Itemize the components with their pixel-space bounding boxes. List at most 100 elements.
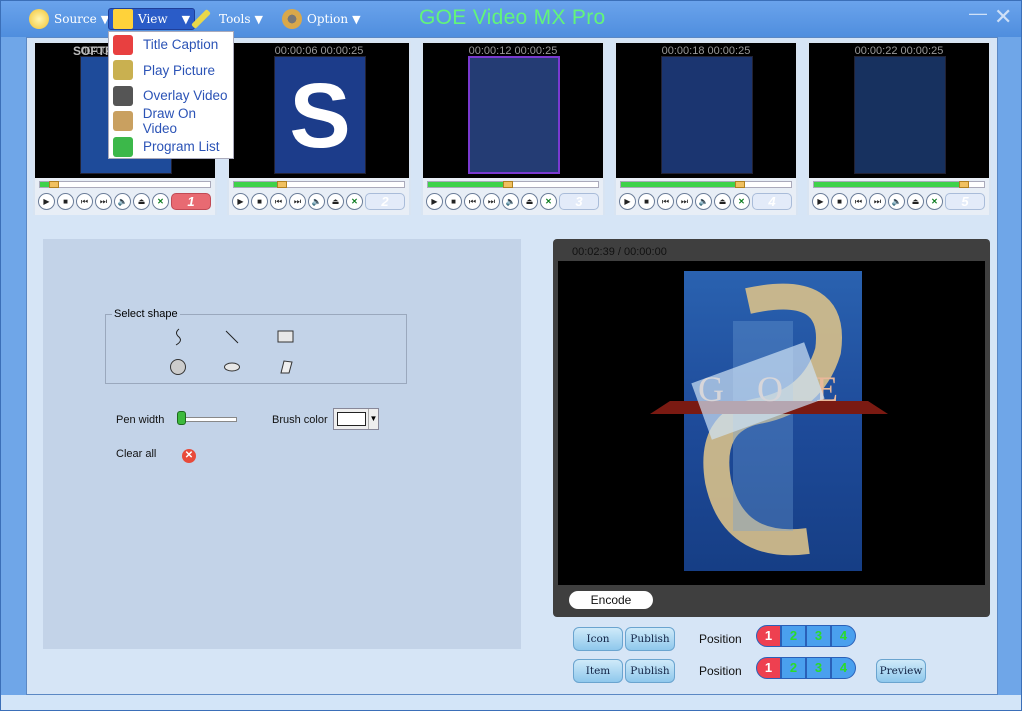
position-button-4[interactable]: 4 xyxy=(831,625,856,647)
position-button-1[interactable]: 1 xyxy=(756,657,781,679)
clear-all-icon[interactable]: ✕ xyxy=(182,449,196,463)
dropdown-item-program-list[interactable]: Program List xyxy=(109,134,233,160)
position-button-2[interactable]: 2 xyxy=(781,625,806,647)
eject-icon[interactable]: ⏏ xyxy=(907,193,924,210)
thumb-image: S xyxy=(274,56,366,174)
video-thumb-3[interactable]: 00:00:12 00:00:25 ▶ ■ ⏮ ⏭ 🔈 ⏏ ✕ 3 xyxy=(421,41,605,215)
stop-icon[interactable]: ■ xyxy=(445,193,462,210)
volume-icon[interactable]: 🔈 xyxy=(695,193,712,210)
next-icon[interactable]: ⏭ xyxy=(289,193,306,210)
menu-option-label: Option xyxy=(307,12,349,26)
play-icon[interactable]: ▶ xyxy=(38,193,55,210)
eject-icon[interactable]: ⏏ xyxy=(327,193,344,210)
volume-icon[interactable]: 🔈 xyxy=(502,193,519,210)
eject-icon[interactable]: ⏏ xyxy=(521,193,538,210)
seek-handle[interactable] xyxy=(502,181,513,188)
prev-icon[interactable]: ⏮ xyxy=(464,193,481,210)
chevron-down-icon: ▼ xyxy=(368,409,378,429)
close-button[interactable]: ✕ xyxy=(994,4,1012,30)
close-icon[interactable]: ✕ xyxy=(152,193,169,210)
eject-icon[interactable]: ⏏ xyxy=(133,193,150,210)
rectangle-shape-button[interactable] xyxy=(276,327,296,347)
play-icon[interactable]: ▶ xyxy=(619,193,636,210)
icon-button[interactable]: Icon xyxy=(573,627,623,651)
volume-icon[interactable]: 🔈 xyxy=(308,193,325,210)
prev-icon[interactable]: ⏮ xyxy=(657,193,674,210)
close-icon[interactable]: ✕ xyxy=(346,193,363,210)
play-icon[interactable]: ▶ xyxy=(232,193,249,210)
stop-icon[interactable]: ■ xyxy=(57,193,74,210)
video-thumb-4[interactable]: 00:00:18 00:00:25 ▶ ■ ⏮ ⏭ 🔈 ⏏ ✕ 4 xyxy=(614,41,798,215)
seek-bar[interactable] xyxy=(620,181,792,188)
prev-icon[interactable]: ⏮ xyxy=(850,193,867,210)
dropdown-item-overlay-video[interactable]: Overlay Video xyxy=(109,83,233,109)
dropdown-item-draw-on-video[interactable]: Draw On Video xyxy=(109,106,233,136)
seek-handle[interactable] xyxy=(276,181,287,188)
menu-option[interactable]: Option ▼ xyxy=(278,8,365,30)
play-icon[interactable]: ▶ xyxy=(426,193,443,210)
polygon-shape-button[interactable] xyxy=(276,357,296,377)
volume-icon[interactable]: 🔈 xyxy=(888,193,905,210)
pen-width-slider-handle[interactable] xyxy=(177,411,186,425)
close-icon[interactable]: ✕ xyxy=(926,193,943,210)
line-shape-button[interactable] xyxy=(222,327,242,347)
minimize-button[interactable]: — xyxy=(969,3,987,24)
stop-icon[interactable]: ■ xyxy=(251,193,268,210)
thumb-controls: ▶ ■ ⏮ ⏭ 🔈 ⏏ ✕ 3 xyxy=(423,178,603,215)
stop-icon[interactable]: ■ xyxy=(638,193,655,210)
seek-bar[interactable] xyxy=(427,181,599,188)
video-thumb-5[interactable]: 00:00:22 00:00:25 ▶ ■ ⏮ ⏭ 🔈 ⏏ ✕ 5 xyxy=(807,41,991,215)
seek-bar[interactable] xyxy=(813,181,985,188)
stop-icon[interactable]: ■ xyxy=(831,193,848,210)
freehand-shape-button[interactable] xyxy=(168,327,188,347)
position-button-3[interactable]: 3 xyxy=(806,625,831,647)
position-button-3[interactable]: 3 xyxy=(806,657,831,679)
brush-color-picker[interactable]: ▼ xyxy=(333,408,379,430)
app-title: GOE Video MX Pro xyxy=(419,6,606,29)
prev-icon[interactable]: ⏮ xyxy=(270,193,287,210)
pen-width-slider[interactable] xyxy=(179,417,237,422)
publish-icon-button[interactable]: Publish xyxy=(625,627,675,651)
seek-bar[interactable] xyxy=(233,181,405,188)
preview-button[interactable]: Preview xyxy=(876,659,926,683)
prev-icon[interactable]: ⏮ xyxy=(76,193,93,210)
seek-handle[interactable] xyxy=(958,181,969,188)
position-button-2[interactable]: 2 xyxy=(781,657,806,679)
volume-icon[interactable]: 🔈 xyxy=(114,193,131,210)
menu-tools[interactable]: Tools ▼ xyxy=(191,8,267,30)
thumb-number[interactable]: 3 xyxy=(559,193,599,210)
thumb-number[interactable]: 2 xyxy=(365,193,405,210)
position-label-1: Position xyxy=(699,632,742,646)
eject-icon[interactable]: ⏏ xyxy=(714,193,731,210)
thumb-number[interactable]: 5 xyxy=(945,193,985,210)
dropdown-item-play-picture[interactable]: Play Picture xyxy=(109,58,233,84)
caption-icon xyxy=(113,34,133,55)
close-icon[interactable]: ✕ xyxy=(540,193,557,210)
position-button-1[interactable]: 1 xyxy=(756,625,781,647)
position-button-4[interactable]: 4 xyxy=(831,657,856,679)
video-thumb-2[interactable]: 00:00:06 00:00:25 S ▶ ■ ⏮ ⏭ 🔈 ⏏ ✕ 2 xyxy=(227,41,411,215)
menu-view[interactable]: View ▼ xyxy=(108,8,196,30)
seek-bar[interactable] xyxy=(39,181,211,188)
ellipse-shape-button[interactable] xyxy=(222,357,242,377)
next-icon[interactable]: ⏭ xyxy=(483,193,500,210)
thumb-number[interactable]: 1 xyxy=(171,193,211,210)
next-icon[interactable]: ⏭ xyxy=(869,193,886,210)
publish-item-button[interactable]: Publish xyxy=(625,659,675,683)
close-icon[interactable]: ✕ xyxy=(733,193,750,210)
next-icon[interactable]: ⏭ xyxy=(676,193,693,210)
encode-button[interactable]: Encode xyxy=(569,591,653,609)
thumb-number[interactable]: 4 xyxy=(752,193,792,210)
seek-handle[interactable] xyxy=(735,181,745,188)
view-dropdown-menu: Title Caption Play Picture Overlay Video Dr… xyxy=(108,31,234,159)
dropdown-item-title-caption[interactable]: Title Caption xyxy=(109,32,233,58)
brush-color-label: Brush color xyxy=(272,414,328,426)
menu-source[interactable]: Source ▼ xyxy=(25,8,113,30)
play-icon[interactable]: ▶ xyxy=(812,193,829,210)
circle-shape-button[interactable] xyxy=(168,357,188,377)
seek-handle[interactable] xyxy=(48,181,59,188)
chevron-down-icon: ▼ xyxy=(254,12,263,26)
letter-s-graphic: S xyxy=(289,65,351,167)
next-icon[interactable]: ⏭ xyxy=(95,193,112,210)
item-button[interactable]: Item xyxy=(573,659,623,683)
